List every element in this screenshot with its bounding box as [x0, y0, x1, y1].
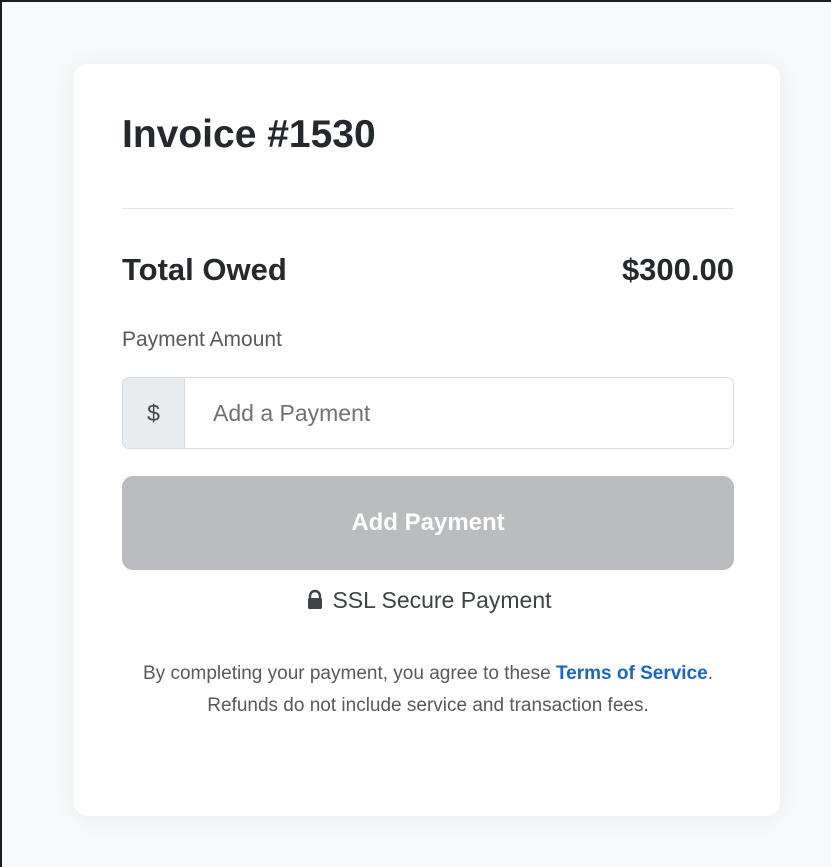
- lock-icon: [304, 589, 326, 611]
- total-owed-row: Total Owed $300.00: [122, 250, 734, 290]
- add-payment-button[interactable]: Add Payment: [122, 476, 734, 570]
- invoice-payment-card: Invoice #1530 Total Owed $300.00 Payment…: [74, 64, 780, 816]
- ssl-secure-label: SSL Secure Payment: [332, 587, 552, 613]
- currency-symbol: $: [123, 378, 185, 448]
- screenshot-frame: Invoice #1530 Total Owed $300.00 Payment…: [0, 0, 831, 867]
- invoice-title: Invoice #1530: [122, 113, 376, 156]
- payment-amount-label: Payment Amount: [122, 328, 282, 351]
- payment-amount-input-group: $: [122, 377, 734, 449]
- ssl-secure-payment: SSL Secure Payment: [122, 586, 734, 614]
- total-owed-value: $300.00: [621, 252, 734, 287]
- terms-of-service-link[interactable]: Terms of Service: [556, 663, 708, 684]
- payment-amount-input[interactable]: [185, 378, 733, 448]
- terms-prefix: By completing your payment, you agree to…: [143, 663, 556, 684]
- terms-notice: By completing your payment, you agree to…: [122, 658, 734, 722]
- title-divider: [122, 208, 734, 209]
- total-owed-label: Total Owed: [122, 252, 287, 287]
